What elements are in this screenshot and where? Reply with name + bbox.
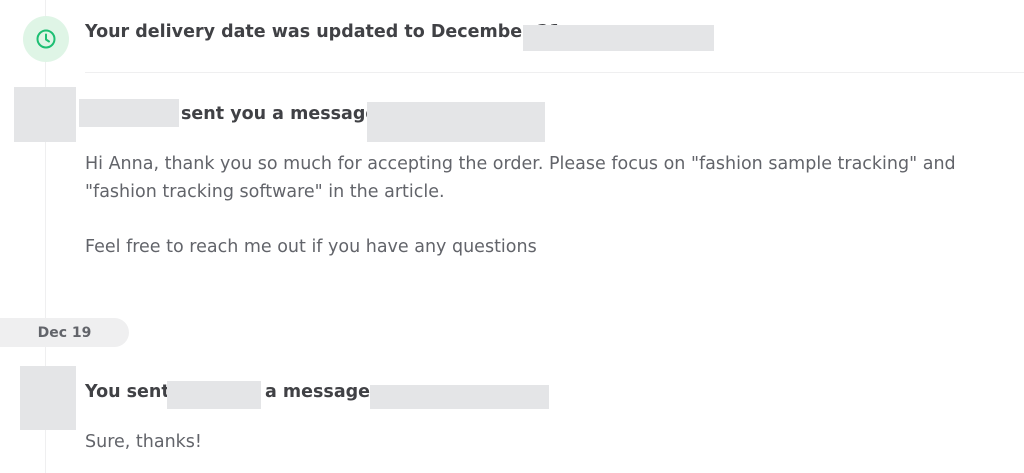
message-text-line: Sure, thanks! (85, 432, 202, 452)
redacted-timestamp (367, 102, 545, 142)
redacted-timestamp (523, 25, 714, 51)
delivery-update-text: Your delivery date was updated to Decemb… (85, 22, 562, 42)
divider (85, 72, 1024, 73)
date-label: Dec 19 (37, 324, 92, 341)
redacted-sender-name[interactable] (79, 99, 179, 127)
sender-avatar[interactable] (14, 87, 76, 142)
message-text-line: Feel free to reach me out if you have an… (85, 237, 537, 257)
order-activity-timeline: Your delivery date was updated to Decemb… (0, 0, 1024, 473)
redacted-recipient-name[interactable] (167, 381, 261, 409)
clock-icon (36, 29, 56, 49)
date-separator: Dec 19 (0, 318, 129, 347)
delivery-status-badge (23, 16, 69, 62)
message-header-prefix: You sent (85, 382, 170, 402)
message-header-suffix: a message (265, 382, 371, 402)
user-avatar[interactable] (20, 366, 76, 430)
message-text-line: "fashion tracking software" in the artic… (85, 182, 445, 202)
redacted-timestamp (370, 385, 549, 409)
message-text-line: Hi Anna, thank you so much for accepting… (85, 154, 956, 174)
message-header: sent you a message (181, 104, 378, 124)
